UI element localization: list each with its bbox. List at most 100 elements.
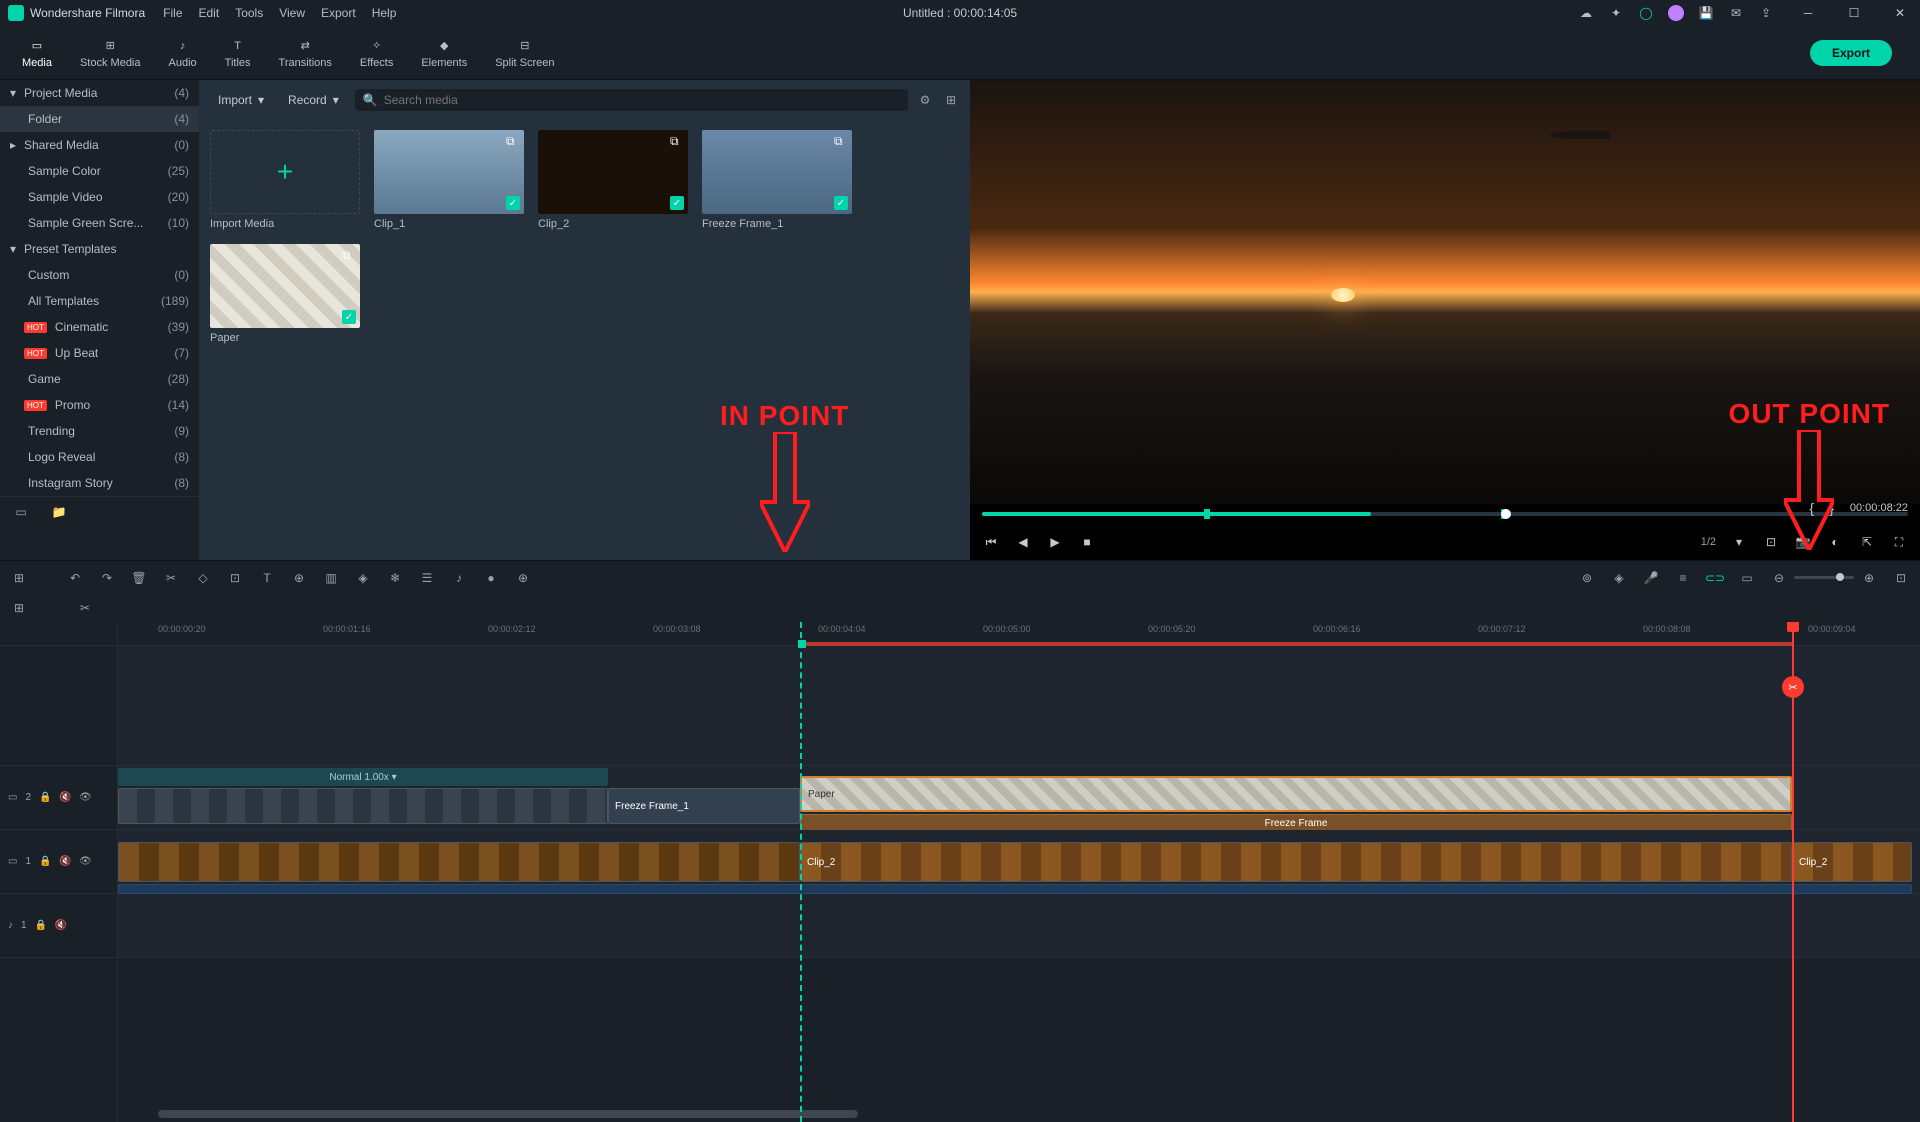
clip-freeze-frame-1[interactable]: Freeze Frame_1 [608, 788, 800, 824]
clip-clip2[interactable]: Clip_2 [800, 842, 1792, 882]
lock-icon[interactable]: 🔒 [35, 920, 47, 932]
empty-track-area[interactable] [118, 646, 1920, 766]
tab-split-screen[interactable]: ⊟Split Screen [481, 33, 568, 73]
sidebar-trending[interactable]: Trending(9) [0, 418, 199, 444]
zoom-slider[interactable] [1794, 576, 1854, 579]
select-tool-icon[interactable]: ✂ [76, 599, 94, 617]
menu-tools[interactable]: Tools [235, 6, 263, 20]
scrub-in-marker[interactable] [1204, 509, 1210, 519]
mark-in-button[interactable]: { [1809, 500, 1814, 516]
zoom-out-button[interactable]: ⊖ [1770, 569, 1788, 587]
preview-scrubber[interactable] [970, 504, 1920, 524]
mute-icon[interactable]: 🔇 [59, 792, 71, 804]
media-paper[interactable]: ⧉✓ Paper [210, 244, 360, 344]
adjust-button[interactable]: ☰ [418, 569, 436, 587]
menu-export[interactable]: Export [321, 6, 356, 20]
filter-icon[interactable]: ⚙ [916, 91, 934, 109]
clip-audio-v1[interactable] [118, 884, 1912, 894]
video-track-2[interactable]: Normal 1.00x ▾ Freeze Frame_1 Paper Free… [118, 766, 1920, 830]
media-clip1[interactable]: ⧉✓ Clip_1 [374, 130, 524, 230]
timeline-ruler[interactable]: 00:00:00:20 00:00:01:16 00:00:02:12 00:0… [118, 622, 1920, 646]
cut-at-playhead-button[interactable]: ✂ [1782, 676, 1804, 698]
tab-media[interactable]: ▭Media [8, 33, 66, 73]
sidebar-sample-video[interactable]: Sample Video(20) [0, 184, 199, 210]
display-icon[interactable]: ⊡ [1762, 533, 1780, 551]
sidebar-upbeat[interactable]: HOTUp Beat(7) [0, 340, 199, 366]
menu-file[interactable]: File [163, 6, 182, 20]
sparkle-icon[interactable]: ✦ [1608, 5, 1624, 21]
sidebar-cinematic[interactable]: HOTCinematic(39) [0, 314, 199, 340]
sidebar-promo[interactable]: HOTPromo(14) [0, 392, 199, 418]
zoom-in-button[interactable]: ⊕ [1860, 569, 1878, 587]
mixer-icon[interactable]: ⊚ [1578, 569, 1596, 587]
export-button[interactable]: Export [1810, 40, 1892, 66]
keyframe-button[interactable]: ◈ [354, 569, 372, 587]
tab-transitions[interactable]: ⇄Transitions [265, 33, 346, 73]
play-backward-button[interactable]: ◀ [1014, 533, 1032, 551]
chevron-down-icon[interactable]: ▾ [1730, 533, 1748, 551]
sidebar-project-media[interactable]: ▾Project Media(4) [0, 80, 199, 106]
cut-button[interactable]: ✂ [162, 569, 180, 587]
layout-icon[interactable]: ⊞ [10, 569, 28, 587]
sidebar-sample-green[interactable]: Sample Green Scre...(10) [0, 210, 199, 236]
fullscreen-icon[interactable]: ⛶ [1890, 533, 1908, 551]
sidebar-logo-reveal[interactable]: Logo Reveal(8) [0, 444, 199, 470]
tab-audio[interactable]: ♪Audio [155, 33, 211, 73]
user-avatar-icon[interactable] [1668, 5, 1684, 21]
timeline-body[interactable]: 00:00:00:20 00:00:01:16 00:00:02:12 00:0… [118, 622, 1920, 1122]
import-media-tile[interactable]: + Import Media [210, 130, 360, 230]
zoom-fit-button[interactable]: ⊡ [1892, 569, 1910, 587]
voice-icon[interactable]: 🎤 [1642, 569, 1660, 587]
audio-track-1[interactable] [118, 894, 1920, 958]
tab-elements[interactable]: ◆Elements [407, 33, 481, 73]
timeline-in-marker[interactable] [800, 622, 802, 1122]
folder-icon[interactable]: 📁 [50, 503, 68, 521]
tab-stock-media[interactable]: ⊞Stock Media [66, 33, 155, 73]
stop-button[interactable]: ■ [1078, 533, 1096, 551]
track-manage-icon[interactable]: ⊞ [10, 599, 28, 617]
speed-button[interactable]: ⊕ [290, 569, 308, 587]
marker-add-icon[interactable]: ◈ [1610, 569, 1628, 587]
lock-icon[interactable]: 🔒 [39, 856, 51, 868]
undo-button[interactable]: ↶ [66, 569, 84, 587]
sidebar-all-templates[interactable]: All Templates(189) [0, 288, 199, 314]
search-box[interactable]: 🔍 [355, 89, 908, 111]
record-dropdown[interactable]: Record▾ [280, 89, 347, 111]
media-freeze-frame[interactable]: ⧉✓ Freeze Frame_1 [702, 130, 852, 230]
lock-icon[interactable]: 🔒 [39, 792, 51, 804]
timeline-playhead[interactable]: ✂ [1792, 622, 1794, 1122]
menu-edit[interactable]: Edit [199, 6, 220, 20]
save-icon[interactable]: 💾 [1698, 5, 1714, 21]
tab-titles[interactable]: TTitles [211, 33, 265, 73]
tab-effects[interactable]: ✧Effects [346, 33, 407, 73]
timeline-scrollbar[interactable] [158, 1110, 858, 1118]
clip-video-v1a[interactable] [118, 842, 800, 882]
sidebar-sample-color[interactable]: Sample Color(25) [0, 158, 199, 184]
sidebar-folder[interactable]: Folder(4) [0, 106, 199, 132]
mute-icon[interactable]: 🔇 [59, 856, 71, 868]
close-button[interactable]: ✕ [1888, 5, 1912, 21]
detach-audio-button[interactable]: ♪ [450, 569, 468, 587]
search-input[interactable] [384, 93, 900, 107]
sidebar-instagram[interactable]: Instagram Story(8) [0, 470, 199, 496]
sidebar-game[interactable]: Game(28) [0, 366, 199, 392]
menu-view[interactable]: View [279, 6, 305, 20]
marker-icon[interactable]: ◇ [194, 569, 212, 587]
color-button[interactable]: ▥ [322, 569, 340, 587]
record-vo-button[interactable]: ● [482, 569, 500, 587]
snapshot-icon[interactable]: 📷 [1794, 533, 1812, 551]
scrub-playhead[interactable] [1501, 509, 1511, 519]
cloud-icon[interactable]: ☁ [1578, 5, 1594, 21]
maximize-button[interactable]: ☐ [1842, 5, 1866, 21]
export-frame-icon[interactable]: ⇱ [1858, 533, 1876, 551]
clip-clip2b[interactable]: Clip_2 [1792, 842, 1912, 882]
clip-normal-label[interactable]: Normal 1.00x ▾ [118, 768, 608, 786]
video-track-1[interactable]: Clip_2 Clip_2 [118, 830, 1920, 894]
message-icon[interactable]: ✉ [1728, 5, 1744, 21]
media-clip2[interactable]: ⧉✓ Clip_2 [538, 130, 688, 230]
clip-video-v2a[interactable] [118, 788, 608, 824]
magnet-icon[interactable]: ⊂⊃ [1706, 569, 1724, 587]
new-folder-icon[interactable]: ▭ [12, 503, 30, 521]
hide-icon[interactable]: 👁 [79, 792, 91, 804]
menu-help[interactable]: Help [372, 6, 397, 20]
